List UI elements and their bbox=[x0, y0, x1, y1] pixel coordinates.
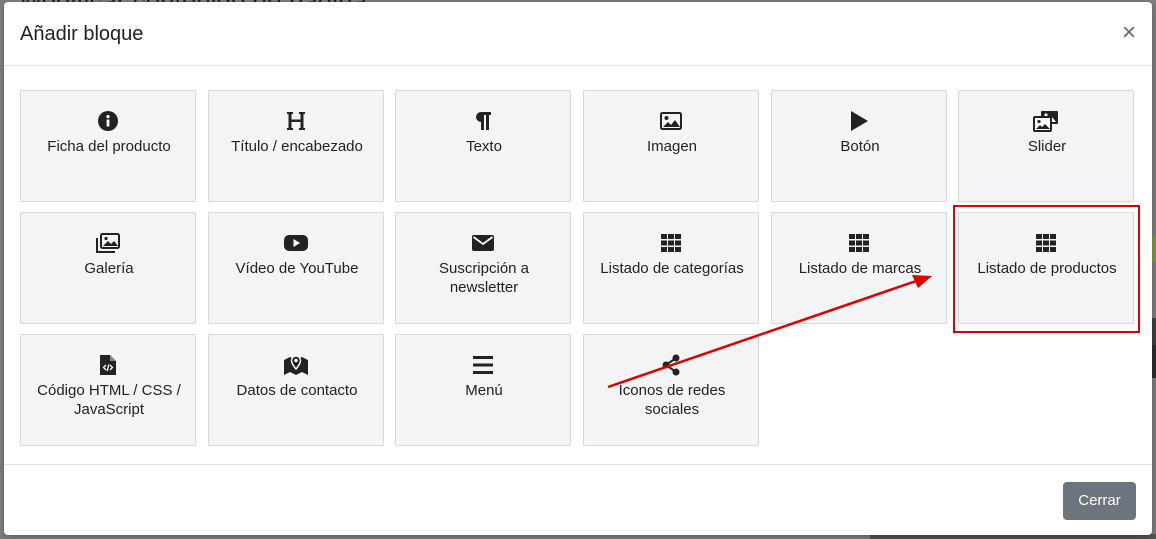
block-label: Listado de productos bbox=[977, 260, 1117, 277]
block-tile-social[interactable]: Iconos de redes sociales bbox=[583, 334, 759, 446]
block-tile-categories[interactable]: Listado de categorías bbox=[583, 212, 759, 324]
block-label: Slider bbox=[1027, 138, 1067, 155]
block-label: Datos de contacto bbox=[236, 382, 358, 399]
block-label: Texto bbox=[466, 138, 502, 155]
block-label: Listado de marcas bbox=[798, 260, 922, 277]
youtube-icon bbox=[209, 231, 383, 255]
bars-icon bbox=[396, 353, 570, 377]
block-label: Suscripción a newsletter bbox=[438, 260, 530, 296]
envelope-icon bbox=[396, 231, 570, 255]
grid-icon bbox=[584, 231, 758, 255]
block-tile-brands[interactable]: Listado de marcas bbox=[771, 212, 947, 324]
block-tile-gallery[interactable]: Galería bbox=[20, 212, 196, 324]
block-label: Ficha del producto bbox=[47, 138, 171, 155]
block-tile-text[interactable]: Texto bbox=[395, 90, 571, 202]
block-tile-button[interactable]: Botón bbox=[771, 90, 947, 202]
block-label: Código HTML / CSS / JavaScript bbox=[37, 382, 181, 418]
block-label: Galería bbox=[84, 260, 134, 277]
heading-icon bbox=[209, 109, 383, 133]
block-label: Iconos de redes sociales bbox=[618, 382, 726, 418]
block-label: Listado de categorías bbox=[600, 260, 744, 277]
block-tile-newsletter[interactable]: Suscripción a newsletter bbox=[395, 212, 571, 324]
images-stack-icon bbox=[959, 109, 1133, 133]
block-tile-code[interactable]: Código HTML / CSS / JavaScript bbox=[20, 334, 196, 446]
block-tile-products[interactable]: Listado de productos bbox=[958, 212, 1134, 324]
info-circle-icon bbox=[21, 109, 195, 133]
block-tile-youtube[interactable]: Vídeo de YouTube bbox=[208, 212, 384, 324]
close-icon[interactable]: × bbox=[1118, 19, 1140, 47]
modal-header: Añadir bloque × bbox=[4, 2, 1152, 66]
image-icon bbox=[584, 109, 758, 133]
block-label: Título / encabezado bbox=[231, 138, 363, 155]
block-label: Imagen bbox=[646, 138, 698, 155]
close-button[interactable]: Cerrar bbox=[1063, 482, 1136, 520]
block-label: Vídeo de YouTube bbox=[235, 260, 359, 277]
map-marker-icon bbox=[209, 353, 383, 377]
grid-icon bbox=[772, 231, 946, 255]
block-tile-image[interactable]: Imagen bbox=[583, 90, 759, 202]
grid-icon bbox=[959, 231, 1133, 255]
modal-title: Añadir bloque bbox=[20, 23, 144, 45]
add-block-modal: Añadir bloque × Ficha del producto Títul… bbox=[4, 2, 1152, 535]
gallery-icon bbox=[21, 231, 195, 255]
block-tile-menu[interactable]: Menú bbox=[395, 334, 571, 446]
code-file-icon bbox=[21, 353, 195, 377]
block-tile-heading[interactable]: Título / encabezado bbox=[208, 90, 384, 202]
block-tile-contact[interactable]: Datos de contacto bbox=[208, 334, 384, 446]
block-tile-product-sheet[interactable]: Ficha del producto bbox=[20, 90, 196, 202]
block-tile-slider[interactable]: Slider bbox=[958, 90, 1134, 202]
paragraph-icon bbox=[396, 109, 570, 133]
block-label: Botón bbox=[840, 138, 880, 155]
play-icon bbox=[772, 109, 946, 133]
modal-footer: Cerrar bbox=[4, 464, 1152, 535]
share-icon bbox=[584, 353, 758, 377]
block-label: Menú bbox=[465, 382, 503, 399]
